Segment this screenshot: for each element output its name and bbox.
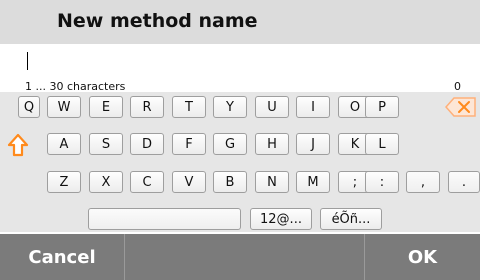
key-v[interactable]: V (172, 171, 206, 193)
key-s[interactable]: S (89, 133, 123, 155)
key-y[interactable]: Y (213, 96, 247, 118)
key-period[interactable]: . (448, 171, 480, 193)
dialog-title: New method name (57, 10, 258, 32)
cancel-button[interactable]: Cancel (0, 234, 124, 280)
key-z[interactable]: Z (47, 171, 81, 193)
key-d[interactable]: D (130, 133, 164, 155)
key-t[interactable]: T (172, 96, 206, 118)
key-comma[interactable]: , (406, 171, 440, 193)
key-q[interactable]: Q (18, 96, 40, 118)
key-f[interactable]: F (172, 133, 206, 155)
key-n[interactable]: N (255, 171, 289, 193)
key-l[interactable]: L (365, 133, 399, 155)
key-w[interactable]: W (47, 96, 81, 118)
key-m[interactable]: M (296, 171, 330, 193)
shift-arrow-icon[interactable] (7, 133, 29, 157)
space-bar[interactable] (88, 208, 241, 230)
key-j[interactable]: J (296, 133, 330, 155)
accents-key[interactable]: éÕñ... (320, 208, 382, 230)
key-p[interactable]: P (365, 96, 399, 118)
text-cursor (27, 52, 28, 70)
key-colon[interactable]: : (365, 171, 399, 193)
backspace-icon[interactable] (444, 96, 477, 118)
title-bar: New method name (0, 0, 480, 44)
key-e[interactable]: E (89, 96, 123, 118)
key-x[interactable]: X (89, 171, 123, 193)
key-a[interactable]: A (47, 133, 81, 155)
name-input-field[interactable] (0, 44, 480, 76)
ok-button[interactable]: OK (365, 234, 480, 280)
key-b[interactable]: B (213, 171, 247, 193)
key-c[interactable]: C (130, 171, 164, 193)
key-h[interactable]: H (255, 133, 289, 155)
key-r[interactable]: R (130, 96, 164, 118)
action-divider (124, 234, 125, 280)
key-i[interactable]: I (296, 96, 330, 118)
key-g[interactable]: G (213, 133, 247, 155)
key-u[interactable]: U (255, 96, 289, 118)
numbers-symbols-key[interactable]: 12@... (250, 208, 312, 230)
